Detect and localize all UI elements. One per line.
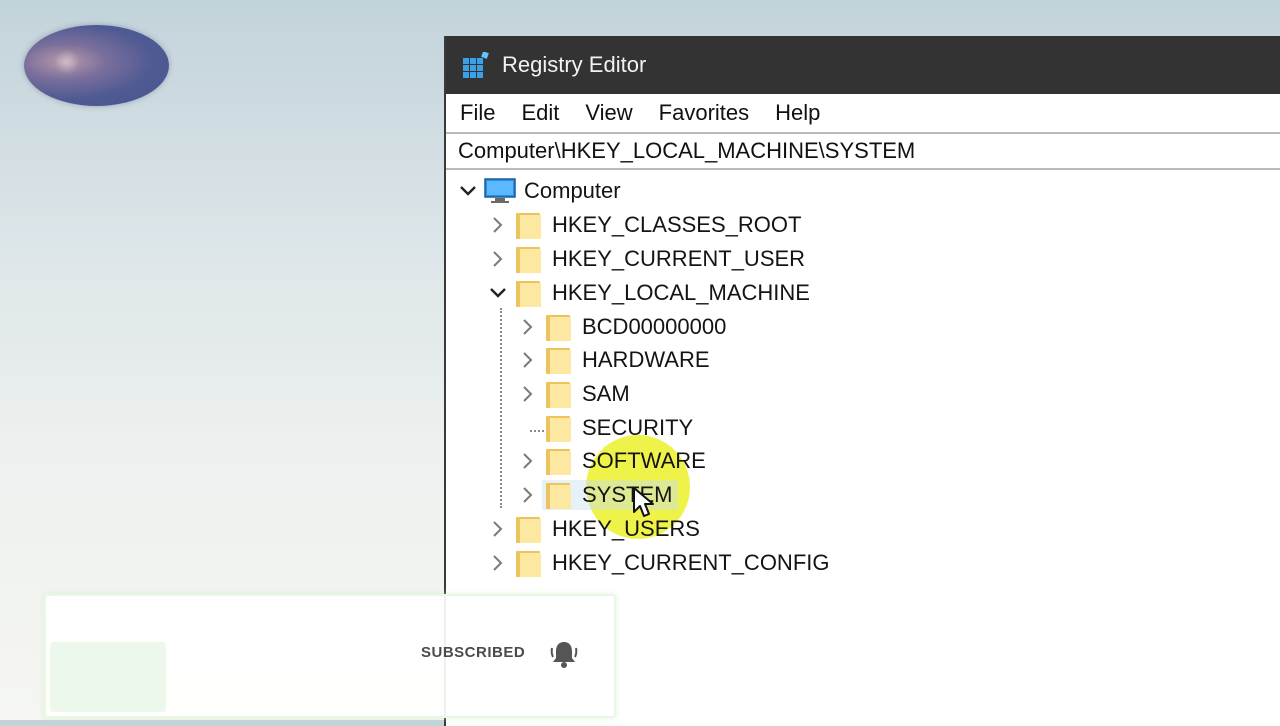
subscribe-overlay: SUBSCRIBED [44, 594, 616, 718]
folder-icon [516, 211, 541, 239]
window-title: Registry Editor [502, 52, 647, 77]
tree-node-sam[interactable]: SAM [518, 378, 630, 410]
folder-icon [546, 346, 571, 374]
tree-label-computer[interactable]: Computer [524, 178, 621, 204]
tree-node-hkey-current-config[interactable]: HKEY_CURRENT_CONFIG [488, 547, 829, 579]
address-bar[interactable]: Computer\HKEY_LOCAL_MACHINE\SYSTEM [446, 132, 1280, 170]
chevron-down-icon[interactable] [488, 283, 508, 303]
bell-icon[interactable] [548, 638, 580, 670]
chevron-right-icon[interactable] [518, 485, 538, 505]
subscribed-label[interactable]: SUBSCRIBED [421, 644, 525, 661]
selected-row[interactable]: SYSTEM [542, 480, 679, 510]
folder-icon [516, 549, 541, 577]
tree-node-hardware[interactable]: HARDWARE [518, 344, 710, 376]
title-bar: Registry Editor [446, 36, 1280, 94]
menu-view[interactable]: View [585, 100, 632, 126]
chevron-right-icon[interactable] [518, 350, 538, 370]
tree-label-selected[interactable]: SYSTEM [582, 482, 672, 508]
address-path[interactable]: Computer\HKEY_LOCAL_MACHINE\SYSTEM [458, 138, 915, 164]
tree-label[interactable]: HKEY_LOCAL_MACHINE [552, 280, 810, 306]
tree-label[interactable]: HKEY_CURRENT_USER [552, 246, 805, 272]
registry-editor-icon [463, 52, 489, 78]
chevron-down-icon[interactable] [458, 181, 478, 201]
tree-label[interactable]: HKEY_CLASSES_ROOT [552, 212, 801, 238]
chevron-right-icon[interactable] [488, 519, 508, 539]
menu-bar: File Edit View Favorites Help [446, 94, 1280, 132]
chevron-right-icon[interactable] [488, 215, 508, 235]
tree-node-bcd[interactable]: BCD00000000 [518, 311, 726, 343]
computer-icon [484, 178, 516, 203]
folder-icon [546, 380, 571, 408]
folder-icon [546, 313, 571, 341]
tree-guide-line [500, 308, 502, 508]
tree-label[interactable]: SAM [582, 381, 630, 407]
folder-icon [546, 414, 571, 442]
chevron-right-icon[interactable] [518, 451, 538, 471]
menu-edit[interactable]: Edit [521, 100, 559, 126]
tree-node-security[interactable]: SECURITY [518, 412, 693, 444]
chevron-right-icon[interactable] [488, 249, 508, 269]
menu-favorites[interactable]: Favorites [659, 100, 749, 126]
folder-icon [516, 245, 541, 273]
tree-label[interactable]: HARDWARE [582, 347, 710, 373]
tree-node-hkey-local-machine[interactable]: HKEY_LOCAL_MACHINE [488, 277, 810, 309]
tree-label[interactable]: HKEY_CURRENT_CONFIG [552, 550, 829, 576]
lens-flare-decoration [24, 25, 169, 106]
overlay-thumbnail [50, 642, 166, 712]
tree-label[interactable]: SOFTWARE [582, 448, 706, 474]
tree-node-hkey-users[interactable]: HKEY_USERS [488, 513, 700, 545]
folder-icon [516, 279, 541, 307]
folder-icon [546, 481, 571, 509]
chevron-right-icon[interactable] [488, 553, 508, 573]
tree-node-software[interactable]: SOFTWARE [518, 445, 706, 477]
tree-node-computer[interactable]: Computer [458, 175, 621, 207]
menu-help[interactable]: Help [775, 100, 820, 126]
tree-label[interactable]: HKEY_USERS [552, 516, 700, 542]
tree-node-hkey-current-user[interactable]: HKEY_CURRENT_USER [488, 243, 805, 275]
tree-node-hkey-classes-root[interactable]: HKEY_CLASSES_ROOT [488, 209, 801, 241]
lens-flare-glint [54, 49, 80, 75]
folder-icon [546, 447, 571, 475]
folder-icon [516, 515, 541, 543]
menu-file[interactable]: File [460, 100, 495, 126]
tree-label[interactable]: BCD00000000 [582, 314, 726, 340]
chevron-right-icon[interactable] [518, 317, 538, 337]
chevron-right-icon[interactable] [518, 384, 538, 404]
